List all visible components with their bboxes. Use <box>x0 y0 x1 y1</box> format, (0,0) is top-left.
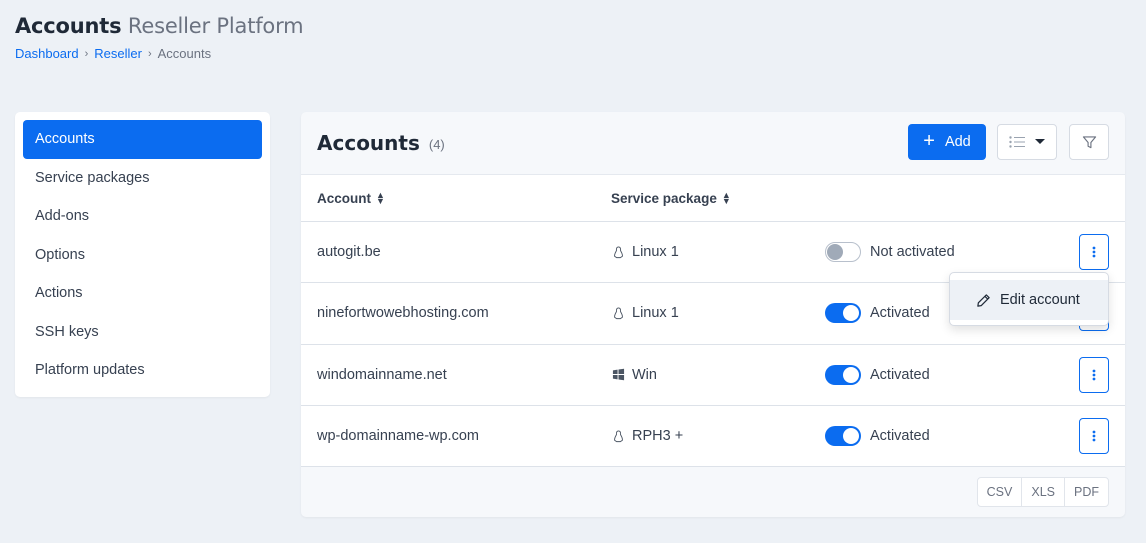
panel-title: Accounts <box>317 131 420 155</box>
activation-toggle[interactable] <box>825 364 861 385</box>
sidebar: Accounts Service packages Add-ons Option… <box>15 112 270 397</box>
sort-icon: ▲ ▼ <box>376 190 385 206</box>
breadcrumb-current: Accounts <box>157 46 212 61</box>
sidebar-item-actions[interactable]: Actions <box>23 274 262 313</box>
status-label: Activated <box>870 305 930 322</box>
sidebar-item-ssh-keys[interactable]: SSH keys <box>23 313 262 352</box>
export-pdf-button[interactable]: PDF <box>1065 478 1108 506</box>
sidebar-item-accounts[interactable]: Accounts <box>23 120 262 159</box>
add-label: Add <box>944 134 971 150</box>
account-name[interactable]: autogit.be <box>317 244 381 260</box>
page-title-sub: Reseller Platform <box>127 14 304 38</box>
row-actions-menu: Edit account <box>949 272 1109 326</box>
service-package: Win <box>612 367 657 383</box>
more-vertical-icon <box>1092 246 1096 258</box>
status-label: Activated <box>870 366 930 383</box>
linux-icon <box>614 429 623 442</box>
view-options-button[interactable] <box>997 124 1057 160</box>
menu-item-edit-account[interactable]: Edit account <box>950 280 1108 320</box>
breadcrumb-dashboard[interactable]: Dashboard <box>15 46 79 61</box>
account-name[interactable]: ninefortwowebhosting.com <box>317 305 489 321</box>
breadcrumb-separator: › <box>147 47 152 60</box>
sidebar-item-service-packages[interactable]: Service packages <box>23 159 262 198</box>
table-header: Account ▲ ▼ Service package ▲ ▼ <box>301 175 1125 222</box>
windows-icon <box>612 368 625 381</box>
activation-toggle[interactable] <box>825 426 861 447</box>
breadcrumb-separator: › <box>84 47 89 60</box>
status-label: Activated <box>870 428 930 445</box>
table-row: wp-domainname-wp.com RPH3 + Activated <box>301 406 1125 468</box>
service-package: RPH3 + <box>612 428 683 444</box>
column-account-label: Account <box>317 190 371 206</box>
status-label: Not activated <box>870 244 955 261</box>
package-label: Linux 1 <box>632 244 679 261</box>
column-service-package[interactable]: Service package ▲ ▼ <box>611 191 731 206</box>
package-label: Win <box>632 366 657 383</box>
account-name[interactable]: wp-domainname-wp.com <box>317 428 479 444</box>
column-package-label: Service package <box>611 190 717 206</box>
pencil-icon <box>977 293 990 307</box>
package-label: Linux 1 <box>632 305 679 322</box>
page-title-main: Accounts <box>15 14 122 38</box>
filter-icon <box>1082 135 1096 148</box>
caret-down-icon <box>1035 139 1045 144</box>
sidebar-item-platform-updates[interactable]: Platform updates <box>23 351 262 390</box>
sidebar-item-options[interactable]: Options <box>23 236 262 275</box>
list-icon <box>1009 136 1025 148</box>
breadcrumb: Dashboard › Reseller › Accounts <box>15 46 211 61</box>
account-count: (4) <box>428 137 445 152</box>
breadcrumb-reseller[interactable]: Reseller <box>94 46 142 61</box>
export-csv-button[interactable]: CSV <box>978 478 1023 506</box>
linux-icon <box>614 307 623 320</box>
add-account-button[interactable]: + Add <box>908 124 986 160</box>
row-actions-button[interactable] <box>1079 418 1109 455</box>
activation-toggle[interactable] <box>825 303 861 324</box>
filter-button[interactable] <box>1069 124 1109 160</box>
table-footer: CSV XLS PDF <box>301 467 1125 517</box>
linux-icon <box>614 246 623 258</box>
package-label: RPH3 + <box>632 428 684 445</box>
export-buttons: CSV XLS PDF <box>976 477 1109 507</box>
menu-item-label: Edit account <box>1000 292 1080 308</box>
panel-header: Accounts (4) + Add <box>301 112 1125 175</box>
column-account[interactable]: Account ▲ ▼ <box>317 191 385 206</box>
activation-status: Activated <box>825 426 930 447</box>
service-package: Linux 1 <box>612 305 679 321</box>
service-package: Linux 1 <box>612 244 679 260</box>
plus-icon: + <box>923 130 935 152</box>
table-row: windomainname.net Win Activated <box>301 345 1125 406</box>
export-xls-button[interactable]: XLS <box>1022 478 1065 506</box>
sort-icon: ▲ ▼ <box>721 190 731 206</box>
activation-status: Activated <box>825 303 930 324</box>
row-actions-button[interactable] <box>1079 234 1109 271</box>
activation-status: Activated <box>825 364 930 385</box>
sidebar-item-add-ons[interactable]: Add-ons <box>23 197 262 236</box>
page-title: Accounts Reseller Platform <box>15 14 304 38</box>
activation-status: Not activated <box>825 242 955 263</box>
row-actions-button[interactable] <box>1079 356 1109 393</box>
account-name[interactable]: windomainname.net <box>317 367 447 383</box>
activation-toggle[interactable] <box>825 242 861 263</box>
more-vertical-icon <box>1092 369 1096 381</box>
more-vertical-icon <box>1092 430 1096 442</box>
